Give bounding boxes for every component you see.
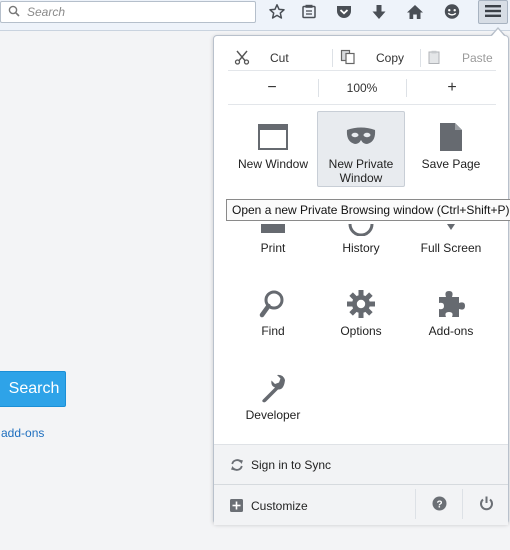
find-button[interactable]: Find (229, 279, 317, 353)
mask-icon (318, 120, 404, 154)
new-window-label: New Window (237, 157, 309, 171)
customize-footer: Customize ? (214, 484, 508, 525)
search-input[interactable] (27, 3, 247, 20)
divider (420, 49, 421, 67)
save-page-label: Save Page (421, 157, 481, 171)
sync-label: Sign in to Sync (251, 458, 332, 472)
options-button[interactable]: Options (317, 279, 405, 353)
copy-icon (340, 49, 356, 68)
window-icon (229, 120, 317, 154)
page-search-button[interactable]: Search (0, 371, 66, 407)
options-label: Options (340, 324, 382, 338)
history-label: History (342, 241, 380, 255)
magnifier-icon (229, 287, 317, 321)
cut-button[interactable]: Cut (234, 46, 324, 70)
download-icon[interactable] (366, 1, 392, 23)
search-icon (8, 5, 20, 20)
developer-label: Developer (245, 408, 301, 422)
cut-label: Cut (270, 51, 289, 65)
app-menu-panel: Cut Copy Paste − 100% + New Window New P… (213, 35, 509, 525)
gear-icon (317, 287, 405, 321)
new-private-window-label: New Private Window (328, 157, 394, 185)
wrench-icon (229, 371, 317, 405)
new-private-window-button[interactable]: New Private Window (317, 111, 405, 187)
full-screen-label: Full Screen (420, 241, 482, 255)
hamburger-menu-icon (485, 4, 501, 21)
svg-text:?: ? (436, 500, 442, 511)
paste-button[interactable]: Paste (428, 46, 500, 70)
zoom-in-button[interactable]: + (408, 76, 496, 100)
private-window-tooltip: Open a new Private Browsing window (Ctrl… (226, 199, 510, 221)
edit-controls: Cut Copy Paste (228, 46, 496, 71)
help-button[interactable]: ? (417, 485, 461, 525)
quit-button[interactable] (464, 485, 508, 525)
search-box[interactable] (0, 1, 256, 23)
sync-footer[interactable]: Sign in to Sync (214, 444, 508, 485)
divider (318, 79, 319, 97)
plus-icon (230, 499, 243, 515)
zoom-out-button[interactable]: − (228, 76, 316, 100)
save-page-button[interactable]: Save Page (407, 112, 495, 186)
help-icon: ? (432, 496, 447, 514)
puzzle-icon (407, 287, 495, 321)
divider (415, 489, 416, 519)
developer-button[interactable]: Developer (229, 363, 317, 437)
zoom-controls: − 100% + (228, 76, 496, 105)
bookmark-star-icon[interactable] (264, 1, 290, 23)
page-icon (407, 120, 495, 154)
navigation-toolbar (0, 0, 510, 31)
pocket-icon[interactable] (331, 1, 357, 23)
customize-label: Customize (251, 499, 308, 513)
divider (332, 49, 333, 67)
print-label: Print (260, 241, 286, 255)
find-label: Find (261, 324, 285, 338)
panel-arrow-fill (491, 29, 505, 37)
sync-icon (230, 458, 244, 475)
reading-list-icon[interactable] (296, 1, 322, 23)
chat-icon[interactable] (439, 1, 465, 23)
clipboard-icon (428, 50, 440, 67)
home-icon[interactable] (402, 1, 428, 23)
scissors-icon (234, 49, 250, 68)
add-ons-button[interactable]: Add-ons (407, 279, 495, 353)
new-window-button[interactable]: New Window (229, 112, 317, 186)
zoom-reset-button[interactable]: 100% (320, 76, 404, 100)
open-menu-button[interactable] (478, 0, 508, 24)
copy-button[interactable]: Copy (340, 46, 420, 70)
power-icon (479, 496, 494, 514)
add-ons-link[interactable]: add-ons (1, 426, 44, 440)
paste-label: Paste (462, 51, 493, 65)
add-ons-label: Add-ons (428, 324, 474, 338)
copy-label: Copy (376, 51, 405, 65)
divider (462, 489, 463, 519)
divider (406, 79, 407, 97)
customize-button[interactable]: Customize (214, 485, 414, 525)
